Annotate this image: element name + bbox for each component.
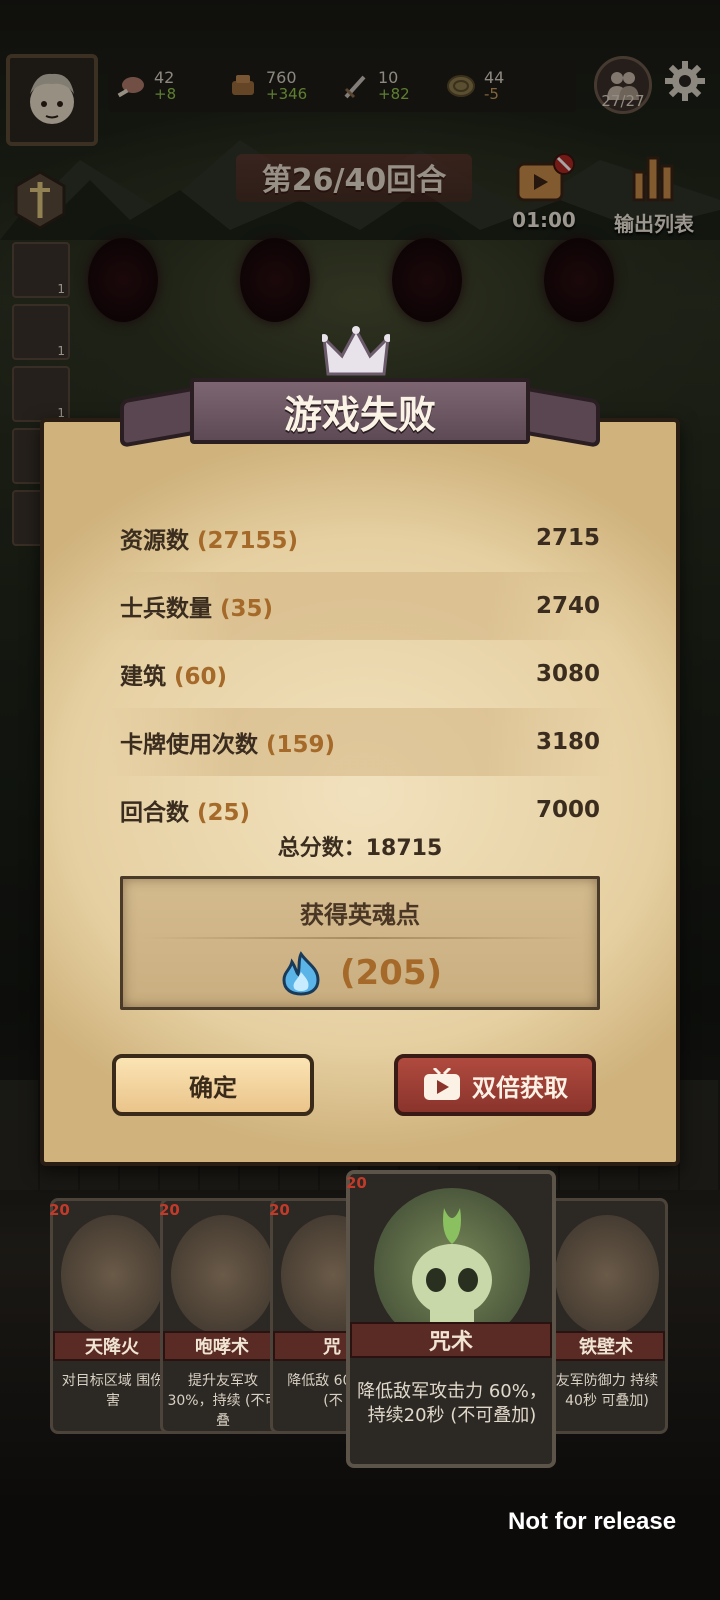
dialog-title-ribbon: 游戏失败	[120, 370, 600, 450]
card-name: 铁壁术	[547, 1331, 665, 1361]
row-label: 建筑	[120, 664, 166, 690]
card-level: 20	[49, 1201, 70, 1219]
soul-points-value: (205)	[339, 953, 443, 993]
row-count: (35)	[220, 596, 274, 622]
double-reward-button[interactable]: 双倍获取	[394, 1054, 596, 1116]
card-name: 天降火	[53, 1331, 171, 1361]
row-points: 2740	[535, 593, 600, 619]
spell-card[interactable]: 20 咆哮术 提升友军攻 30%，持续 (不可叠	[159, 1198, 284, 1434]
row-points: 3180	[535, 729, 600, 755]
score-breakdown: 资源数 (27155) 2715 士兵数量 (35) 2740 建筑 (60) …	[106, 504, 614, 844]
card-level: 20	[269, 1201, 290, 1219]
card-description: 降低敌军攻击力 60%，持续20秒 (不可叠加)	[357, 1381, 547, 1426]
card-art-shield	[555, 1215, 659, 1335]
row-label: 回合数	[120, 800, 189, 826]
confirm-label: 确定	[189, 1073, 237, 1102]
card-name: 咒术	[350, 1322, 552, 1358]
card-art-fire	[61, 1215, 165, 1335]
row-count: (159)	[266, 732, 336, 758]
card-name: 咆哮术	[163, 1331, 281, 1361]
score-row-buildings: 建筑 (60) 3080	[106, 640, 614, 708]
row-label: 卡牌使用次数	[120, 732, 258, 758]
row-points: 3080	[535, 661, 600, 687]
card-level: 20	[159, 1201, 180, 1219]
card-description: 友军防御力 持续40秒 可叠加)	[555, 1373, 659, 1409]
score-row-cards-used: 卡牌使用次数 (159) 3180	[106, 708, 614, 776]
spell-card-selected[interactable]: 20 咒术 降低敌军攻击力 60%，持续20秒 (不可叠加)	[346, 1170, 556, 1468]
row-count: (25)	[197, 800, 251, 826]
card-art-roar	[171, 1215, 275, 1335]
score-row-soldiers: 士兵数量 (35) 2740	[106, 572, 614, 640]
score-row-resources: 资源数 (27155) 2715	[106, 504, 614, 572]
card-level: 20	[346, 1174, 367, 1192]
row-points: 2715	[535, 525, 600, 551]
row-label: 士兵数量	[120, 596, 212, 622]
row-label: 资源数	[120, 528, 189, 554]
blue-flame-icon	[282, 951, 320, 996]
soul-points-panel: 获得英魂点 (205)	[120, 876, 600, 1010]
row-count: (60)	[174, 664, 228, 690]
spell-card[interactable]: 铁壁术 友军防御力 持续40秒 可叠加)	[544, 1198, 668, 1434]
card-description: 对目标区域 围伤害	[61, 1373, 165, 1409]
watermark: Not for release	[508, 1508, 677, 1535]
double-reward-label: 双倍获取	[472, 1073, 568, 1102]
soul-divider	[143, 937, 583, 939]
card-description: 提升友军攻 30%，持续 (不可叠	[167, 1373, 279, 1429]
confirm-button[interactable]: 确定	[112, 1054, 314, 1116]
total-score: 总分数：18715	[277, 836, 443, 861]
soul-points-header: 获得英魂点	[300, 901, 420, 929]
dialog-title: 游戏失败	[283, 392, 436, 437]
spell-card[interactable]: 20 天降火 对目标区域 围伤害	[49, 1198, 174, 1434]
video-ad-icon	[424, 1068, 460, 1100]
crown-icon	[322, 326, 390, 376]
row-points: 7000	[535, 797, 600, 823]
row-count: (27155)	[197, 528, 299, 554]
